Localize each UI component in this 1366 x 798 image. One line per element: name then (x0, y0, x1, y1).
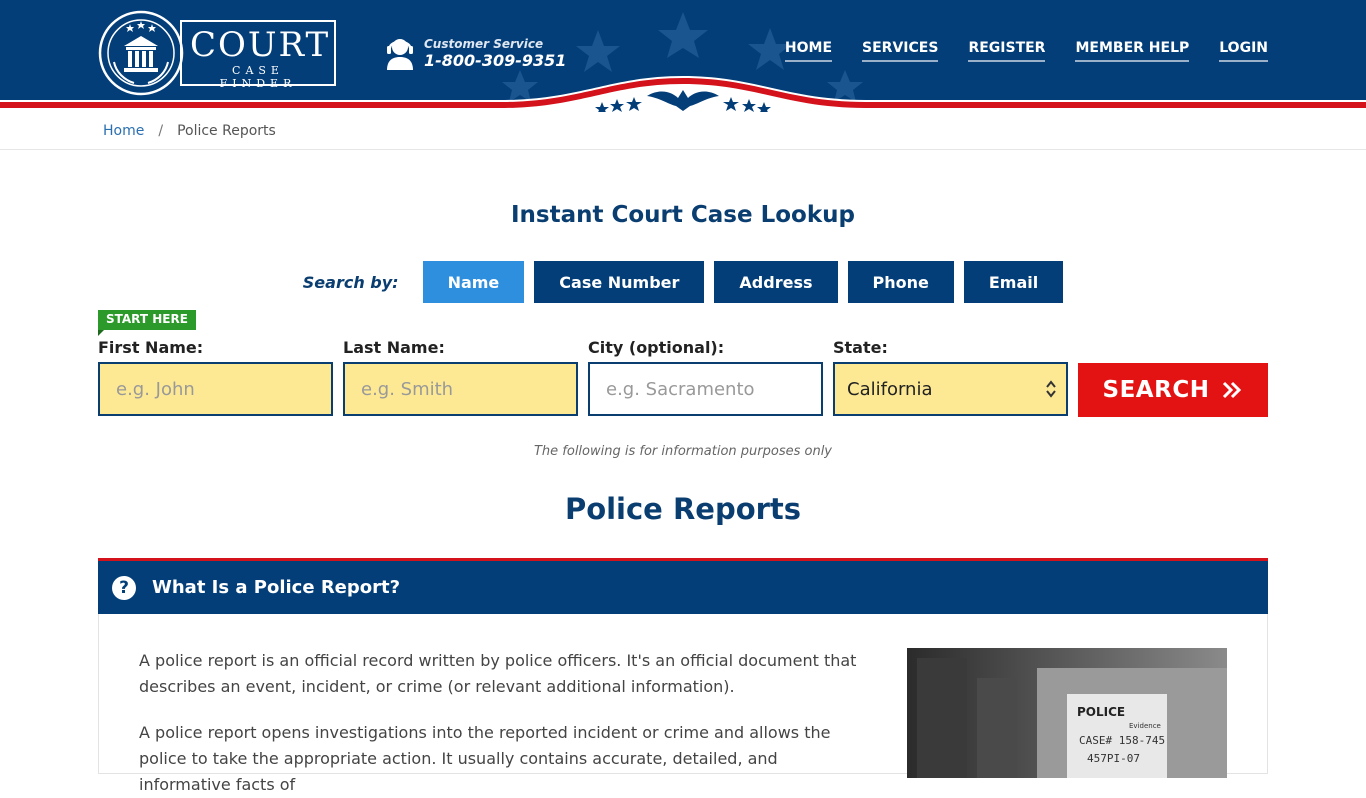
city-input[interactable]: e.g. Sacramento (588, 362, 823, 416)
section-title: What Is a Police Report? (152, 577, 401, 598)
section-header[interactable]: ? What Is a Police Report? (98, 558, 1268, 614)
paragraph-2: A police report opens investigations int… (139, 723, 831, 794)
first-name-label: First Name: (98, 338, 204, 357)
start-here-badge: START HERE (98, 310, 196, 336)
breadcrumb-separator: / (158, 122, 164, 139)
city-label: City (optional): (588, 338, 725, 357)
question-icon: ? (112, 575, 136, 600)
search-button-label: SEARCH (1102, 377, 1210, 403)
photo-case-number: CASE# 158-745 (1079, 734, 1165, 747)
courthouse-seal-icon (98, 10, 184, 96)
main-nav: HOME SERVICES REGISTER MEMBER HELP LOGIN (784, 40, 1268, 62)
search-button[interactable]: SEARCH (1078, 363, 1268, 417)
tab-address[interactable]: Address (714, 261, 838, 303)
customer-service[interactable]: Customer Service 1-800-309-9351 (386, 36, 566, 70)
breadcrumb-current: Police Reports (177, 122, 276, 139)
info-note: The following is for information purpose… (533, 444, 833, 459)
search-by-label: Search by: (302, 272, 399, 292)
headset-icon (387, 39, 413, 70)
nav-register[interactable]: REGISTER (968, 40, 1046, 62)
state-label: State: (833, 338, 888, 357)
logo-wordmark: COURT CASE FINDER (180, 20, 336, 90)
tab-name[interactable]: Name (422, 261, 525, 303)
nav-login[interactable]: LOGIN (1219, 40, 1268, 62)
photo-police-label: POLICE (1077, 705, 1125, 719)
double-chevron-right-icon (1223, 381, 1242, 399)
section-body: A police report is an official record wr… (98, 614, 1268, 794)
city-group: City (optional): e.g. Sacramento (588, 338, 823, 417)
search-form: First Name: e.g. John Last Name: e.g. Sm… (98, 338, 1268, 417)
lookup-title: Instant Court Case Lookup (510, 202, 855, 228)
state-group: State: California (833, 338, 1068, 417)
paragraph-1: A police report is an official record wr… (139, 651, 857, 696)
logo-court-text: COURT (190, 25, 331, 65)
tab-case-number[interactable]: Case Number (534, 261, 705, 303)
site-logo[interactable]: COURT CASE FINDER (98, 10, 336, 96)
tab-phone[interactable]: Phone (847, 261, 954, 303)
state-select[interactable]: California (833, 362, 1068, 416)
last-name-group: Last Name: e.g. Smith (343, 338, 578, 417)
photo-code: 457PI-07 (1087, 752, 1140, 765)
first-name-input[interactable]: e.g. John (98, 362, 333, 416)
last-name-label: Last Name: (343, 338, 445, 357)
first-name-group: First Name: e.g. John (98, 338, 333, 417)
page-title: Police Reports (564, 492, 802, 526)
nav-home[interactable]: HOME (784, 40, 833, 62)
search-by-tabs: Search by: Name Case Number Address Phon… (0, 261, 1366, 303)
logo-finder-text: CASE FINDER (219, 64, 297, 90)
nav-services[interactable]: SERVICES (862, 40, 939, 62)
breadcrumb-home[interactable]: Home (103, 123, 144, 139)
site-header: COURT CASE FINDER Customer Service 1-800… (0, 0, 1366, 112)
photo-evidence-label: Evidence (1129, 722, 1161, 730)
customer-service-phone[interactable]: 1-800-309-9351 (424, 51, 566, 70)
state-select-value: California (847, 378, 933, 400)
breadcrumb: Home / Police Reports (0, 112, 1366, 150)
tab-email[interactable]: Email (963, 261, 1064, 303)
last-name-input[interactable]: e.g. Smith (343, 362, 578, 416)
police-evidence-photo: POLICE Evidence CASE# 158-745 457PI-07 (907, 648, 1227, 778)
select-arrows-icon (1046, 380, 1056, 398)
nav-member-help[interactable]: MEMBER HELP (1075, 40, 1190, 62)
customer-service-label: Customer Service (424, 36, 544, 51)
